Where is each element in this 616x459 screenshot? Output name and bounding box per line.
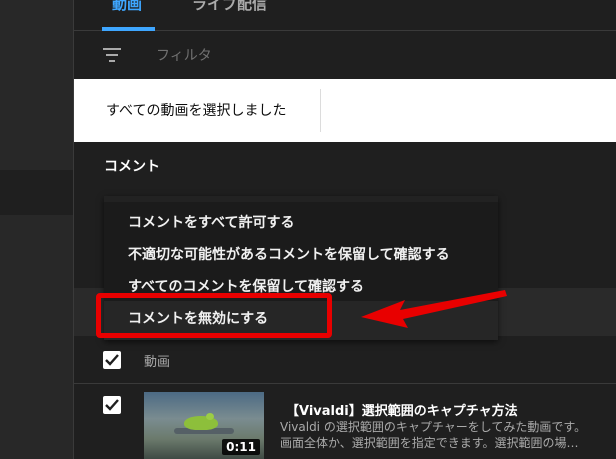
annotation-arrow-icon <box>361 290 507 328</box>
menu-item-hold-inappropriate[interactable]: 不適切な可能性があるコメントを保留して確認する <box>128 244 450 264</box>
studio-page: 動画 ライブ配信 フィルタ すべての動画を選択しました コメント コメントをすべ… <box>0 0 616 459</box>
selection-bar: すべての動画を選択しました <box>74 79 616 142</box>
selection-divider <box>320 89 321 132</box>
video-description: Vivaldi の選択範囲のキャプチャーをしてみた動画です。 画面全体か、選択範… <box>280 419 616 451</box>
select-all-checkbox[interactable] <box>103 351 121 369</box>
sidebar-active-item[interactable] <box>0 170 73 215</box>
video-description-line: 画面全体か、選択範囲を指定できます。選択範囲の場… <box>280 436 579 450</box>
thumbnail-frog-eye <box>206 413 214 420</box>
menu-item-allow-all[interactable]: コメントをすべて許可する <box>128 212 294 232</box>
sidebar-strip <box>0 0 73 459</box>
video-title[interactable]: 【Vivaldi】選択範囲のキャプチャ方法 <box>286 400 518 419</box>
table-header: 動画 <box>74 336 616 384</box>
filter-icon[interactable] <box>103 48 121 62</box>
tab-videos[interactable]: 動画 <box>112 0 142 14</box>
video-thumbnail[interactable]: 0:11 <box>144 392 264 459</box>
checkmark-icon <box>105 354 119 366</box>
column-header-video: 動画 <box>144 355 171 370</box>
content-panel: 動画 ライブ配信 フィルタ すべての動画を選択しました コメント コメントをすべ… <box>74 0 616 459</box>
checkmark-icon <box>105 399 119 411</box>
video-duration: 0:11 <box>222 439 260 455</box>
table-row[interactable]: 0:11 【Vivaldi】選択範囲のキャプチャ方法 Vivaldi の選択範囲… <box>74 384 616 459</box>
comment-setting-title: コメント <box>104 159 160 175</box>
annotation-highlight-box <box>96 293 332 338</box>
filter-input[interactable]: フィルタ <box>156 45 212 65</box>
selection-status: すべての動画を選択しました <box>106 103 287 119</box>
tab-bar: 動画 ライブ配信 <box>74 0 616 31</box>
row-checkbox[interactable] <box>103 396 121 414</box>
tab-live[interactable]: ライブ配信 <box>192 0 267 14</box>
filter-bar: フィルタ <box>74 31 616 79</box>
video-description-line: Vivaldi の選択範囲のキャプチャーをしてみた動画です。 <box>280 420 587 434</box>
